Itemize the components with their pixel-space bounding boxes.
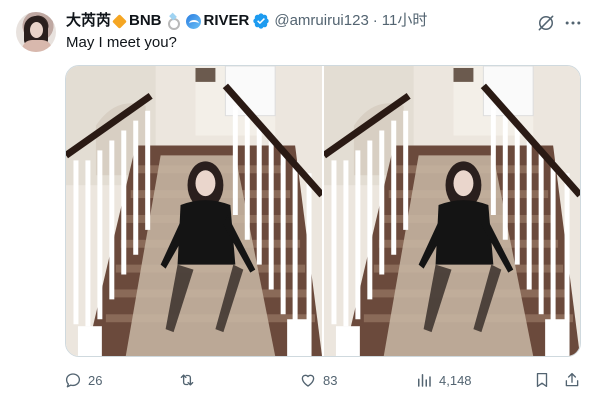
grok-icon <box>538 15 554 31</box>
ring-icon <box>166 14 180 30</box>
retweet-button[interactable] <box>178 366 202 394</box>
share-button[interactable] <box>563 366 581 394</box>
tweet-text: May I meet you? <box>66 34 177 51</box>
staircase-photo-1 <box>66 66 322 356</box>
separator-dot: · <box>372 12 378 29</box>
bookmark-button[interactable] <box>533 366 551 394</box>
tweet-photo-1[interactable] <box>66 66 322 356</box>
views-icon <box>418 374 431 387</box>
reply-icon <box>65 373 81 388</box>
like-count: 83 <box>323 372 338 388</box>
views-count: 4,148 <box>439 372 472 388</box>
bnb-diamond-icon <box>112 13 127 29</box>
reply-button[interactable]: 26 <box>64 366 102 394</box>
avatar[interactable] <box>16 12 56 52</box>
avatar-body <box>22 40 52 52</box>
tweet-media <box>65 65 581 357</box>
tweet-photo-2[interactable] <box>324 66 580 356</box>
bookmark-icon <box>536 372 548 388</box>
more-icon <box>565 21 581 25</box>
more-button[interactable] <box>562 12 584 34</box>
display-name[interactable]: 大芮芮 <box>66 12 111 30</box>
avatar-face <box>30 22 43 38</box>
tweet-header: 大芮芮 BNB RIVER @amruirui123 · 11小时 <box>66 12 427 30</box>
verified-badge-icon <box>253 13 270 29</box>
display-name-bnb[interactable]: BNB <box>129 12 162 30</box>
display-name-river[interactable]: RIVER <box>204 12 250 30</box>
timestamp[interactable]: 11小时 <box>382 12 428 30</box>
tweet-actions: 26 83 4,148 <box>60 366 585 394</box>
staircase-photo-2 <box>324 66 580 356</box>
views-button[interactable]: 4,148 <box>415 366 472 394</box>
reply-count: 26 <box>88 372 103 388</box>
share-icon <box>565 372 579 387</box>
grok-button[interactable] <box>535 12 557 34</box>
author-handle[interactable]: @amruirui123 <box>274 12 368 30</box>
like-icon <box>301 374 315 387</box>
retweet-icon <box>180 374 194 386</box>
like-button[interactable]: 83 <box>299 366 337 394</box>
wave-icon <box>185 13 201 29</box>
tweet[interactable]: 大芮芮 BNB RIVER @amruirui123 · 11小时 May I … <box>0 0 597 402</box>
